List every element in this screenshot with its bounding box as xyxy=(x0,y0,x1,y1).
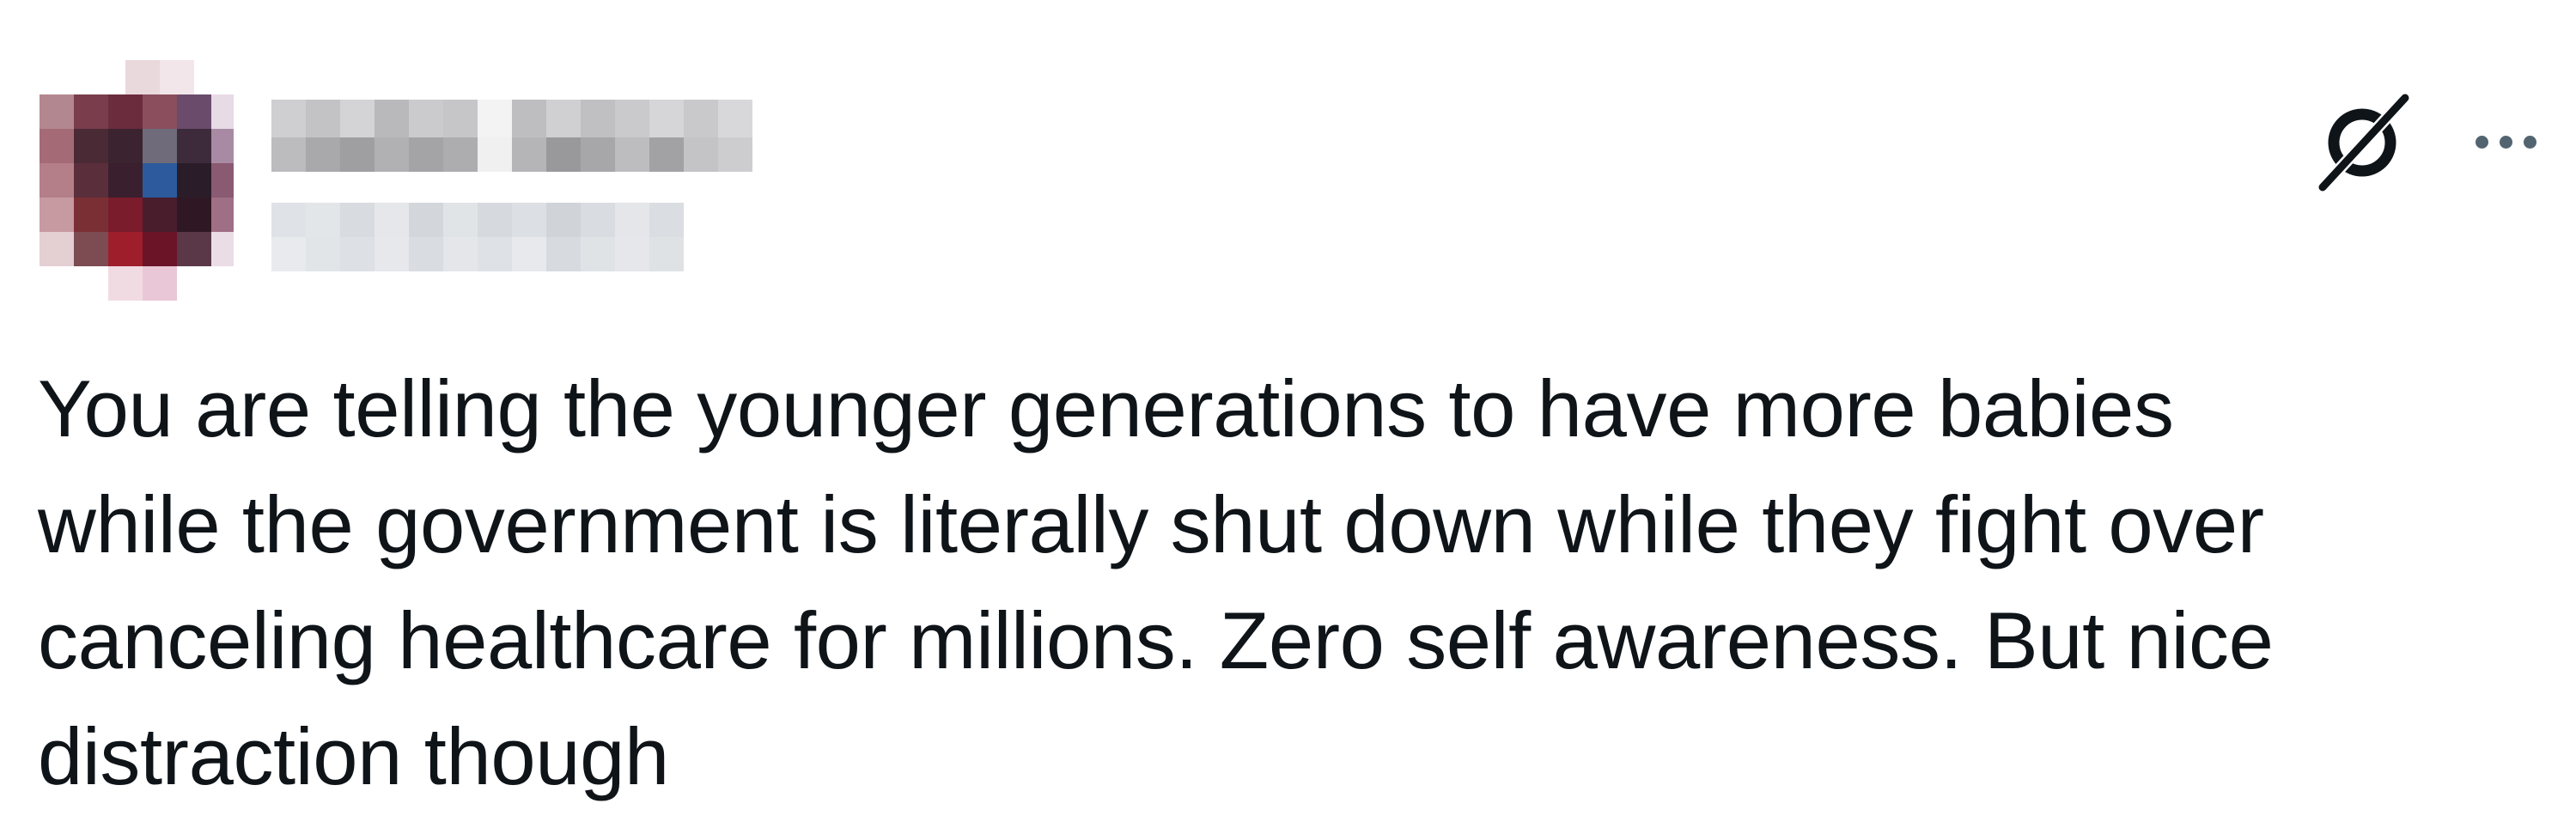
author-info[interactable] xyxy=(271,100,770,280)
post-text-line: distraction though xyxy=(38,711,669,801)
more-dot xyxy=(2499,135,2512,149)
more-dot xyxy=(2475,135,2488,149)
avatar[interactable] xyxy=(24,24,239,316)
author-name-pixelated xyxy=(271,100,752,271)
post-text-line: You are telling the younger generations … xyxy=(38,363,2174,454)
grok-icon[interactable] xyxy=(2309,86,2421,198)
post-card[interactable]: You are telling the younger generations … xyxy=(0,0,2576,834)
post-text-line: while the government is literally shut d… xyxy=(38,479,2264,569)
more-icon[interactable] xyxy=(2458,116,2553,167)
more-dot xyxy=(2523,135,2536,149)
grok-icon-graphic xyxy=(2317,92,2411,193)
post-text-line: canceling healthcare for millions. Zero … xyxy=(38,595,2274,685)
avatar-image xyxy=(40,60,234,301)
post-text: You are telling the younger generations … xyxy=(38,350,2529,814)
